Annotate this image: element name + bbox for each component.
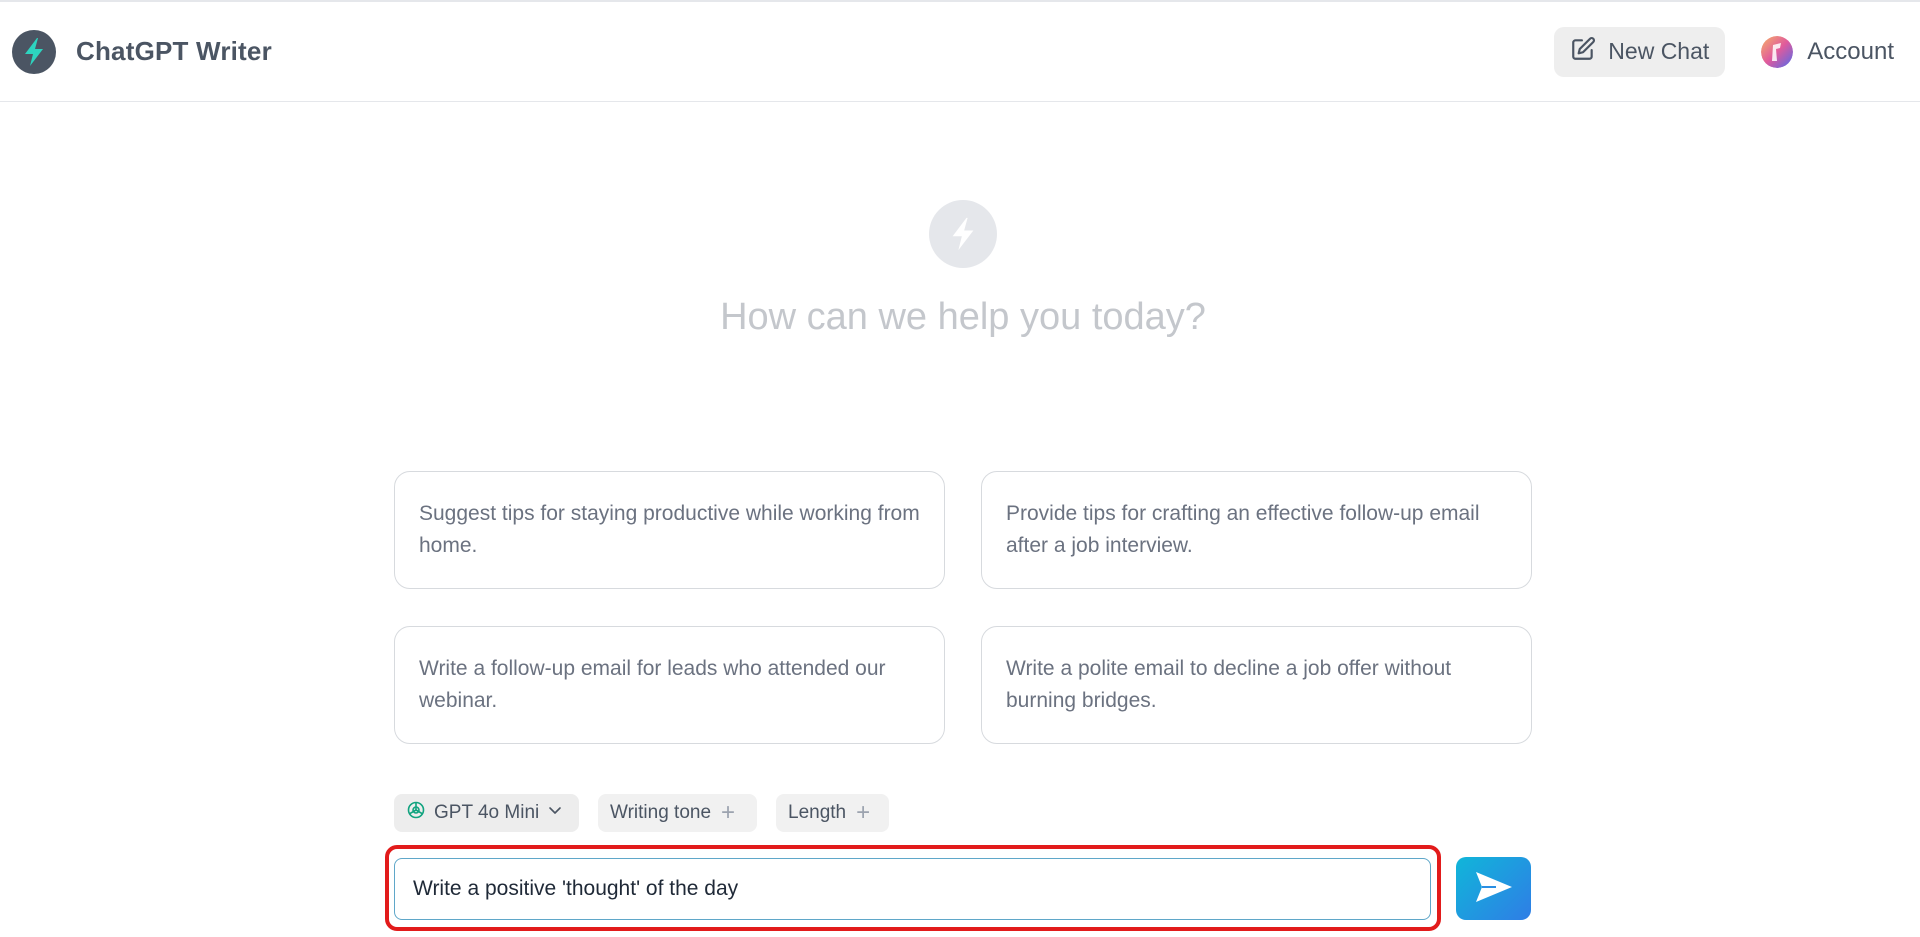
lightning-bolt-icon xyxy=(12,29,56,74)
account-label: Account xyxy=(1807,37,1894,65)
app-header: ChatGPT Writer New Chat Account xyxy=(0,2,1920,102)
brand[interactable]: ChatGPT Writer xyxy=(12,29,272,74)
length-button[interactable]: Length + xyxy=(776,794,889,832)
suggestion-card[interactable]: Provide tips for crafting an effective f… xyxy=(981,471,1532,589)
suggestion-card[interactable]: Suggest tips for staying productive whil… xyxy=(394,471,945,589)
hero-lightning-bolt-icon xyxy=(929,200,997,268)
length-label: Length xyxy=(788,802,847,823)
edit-icon xyxy=(1570,36,1596,68)
header-actions: New Chat Account xyxy=(1554,26,1908,77)
new-chat-label: New Chat xyxy=(1608,38,1710,64)
avatar xyxy=(1761,35,1794,68)
send-icon xyxy=(1474,870,1514,907)
model-selector[interactable]: GPT 4o Mini xyxy=(394,794,579,832)
suggestion-card[interactable]: Write a follow-up email for leads who at… xyxy=(394,626,945,744)
prompt-input[interactable] xyxy=(394,858,1431,920)
plus-icon: + xyxy=(856,799,871,826)
account-menu[interactable]: Account xyxy=(1761,35,1894,68)
send-button[interactable] xyxy=(1456,857,1531,920)
hero-title: How can we help you today? xyxy=(720,296,1206,338)
model-label: GPT 4o Mini xyxy=(434,802,540,823)
suggestion-card[interactable]: Write a polite email to decline a job of… xyxy=(981,626,1532,744)
writing-tone-label: Writing tone xyxy=(610,802,712,823)
new-chat-button[interactable]: New Chat xyxy=(1554,26,1726,77)
openai-icon xyxy=(406,800,426,826)
plus-icon: + xyxy=(721,799,736,826)
chevron-down-icon xyxy=(547,802,563,824)
writing-tone-button[interactable]: Writing tone + xyxy=(598,794,757,832)
app-title: ChatGPT Writer xyxy=(76,36,272,66)
